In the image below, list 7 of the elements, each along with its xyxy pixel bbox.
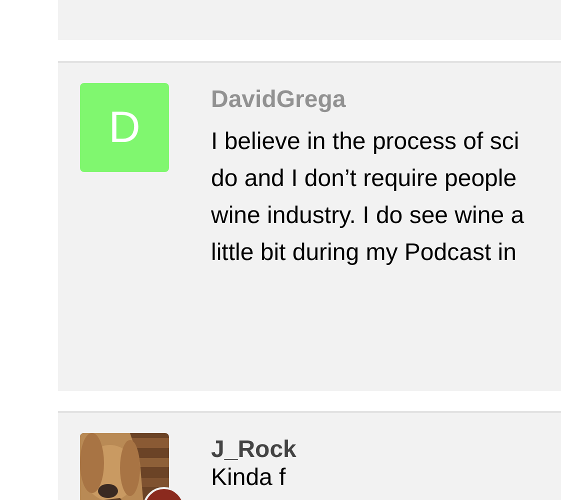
post-text-line: little bit during my Podcast in (211, 238, 518, 268)
username[interactable]: DavidGrega (211, 85, 524, 115)
post-text-line: I believe in the process of sci (211, 127, 520, 157)
post-text-line: wine industry. I do see wine a (211, 201, 524, 231)
post-text-line: do and I don’t require people (211, 164, 518, 194)
post-text-line: Kinda f (211, 465, 287, 491)
username[interactable]: J_Rock (211, 435, 296, 465)
